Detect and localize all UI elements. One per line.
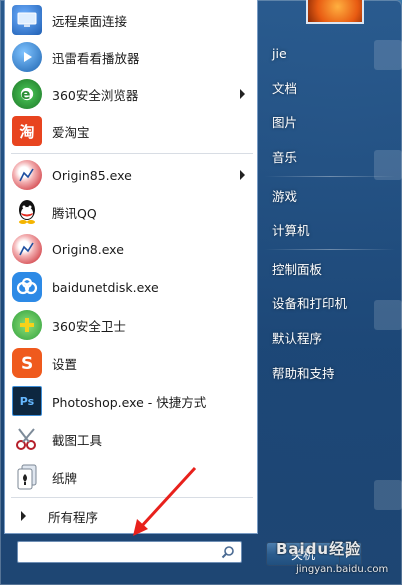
all-programs-label: 所有程序 [48, 509, 99, 525]
photoshop-icon: Ps [12, 386, 42, 416]
all-programs-button[interactable]: 所有程序 [7, 504, 255, 528]
divider [265, 249, 395, 250]
program-item-360-browser[interactable]: e 360安全浏览器 [7, 76, 255, 112]
program-item-baidunetdisk[interactable]: baidunetdisk.exe [7, 269, 255, 305]
program-list-pane: 远程桌面连接 迅雷看看播放器 e 360安全浏览器 淘 爱淘宝 Origin85… [4, 0, 258, 534]
right-item-label: 帮助和支持 [272, 365, 335, 381]
program-item-origin85[interactable]: Origin85.exe [7, 157, 255, 193]
snipping-tool-icon [12, 424, 42, 454]
origin-icon [12, 160, 42, 190]
submenu-arrow-icon[interactable] [240, 89, 245, 99]
program-label: Origin8.exe [52, 241, 124, 257]
start-menu: 远程桌面连接 迅雷看看播放器 e 360安全浏览器 淘 爱淘宝 Origin85… [0, 0, 402, 585]
desktop-shortcut-icon [374, 40, 402, 70]
divider [11, 497, 253, 498]
svg-text:S: S [21, 354, 33, 373]
right-item-label: 设备和打印机 [272, 295, 348, 311]
right-item-games[interactable]: 游戏 [263, 180, 398, 210]
right-item-label: 控制面板 [272, 261, 323, 277]
program-item-settings[interactable]: S 设置 [7, 345, 255, 381]
right-item-computer[interactable]: 计算机 [263, 214, 398, 244]
right-item-documents[interactable]: 文档 [263, 72, 398, 102]
program-item-remote-desktop[interactable]: 远程桌面连接 [7, 2, 255, 38]
program-label: Photoshop.exe - 快捷方式 [52, 394, 207, 410]
program-item-photoshop[interactable]: Ps Photoshop.exe - 快捷方式 [7, 383, 255, 419]
baidu-netdisk-icon [12, 272, 42, 302]
program-label: 爱淘宝 [52, 124, 90, 140]
program-label: Origin85.exe [52, 167, 132, 183]
right-item-label: 游戏 [272, 188, 298, 204]
right-item-label: 默认程序 [272, 330, 323, 346]
right-item-label: 音乐 [272, 149, 298, 165]
right-item-label: jie [272, 45, 287, 61]
origin-icon [12, 234, 42, 264]
program-item-xunlei-player[interactable]: 迅雷看看播放器 [7, 39, 255, 75]
desktop-shortcut-icon [374, 480, 402, 510]
right-item-help-support[interactable]: 帮助和支持 [263, 357, 398, 387]
submenu-arrow-icon[interactable] [240, 170, 245, 180]
watermark-logo: Baidu经验 [276, 540, 362, 558]
program-item-360-safe[interactable]: 360安全卫士 [7, 307, 255, 343]
program-label: 截图工具 [52, 432, 103, 448]
aitaobao-icon: 淘 [12, 116, 42, 146]
program-label: 纸牌 [52, 470, 78, 486]
right-item-label: 文档 [272, 80, 298, 96]
program-item-snipping-tool[interactable]: 截图工具 [7, 421, 255, 457]
desktop-shortcut-icon [374, 300, 402, 330]
program-item-aitaobao[interactable]: 淘 爱淘宝 [7, 113, 255, 149]
program-label: 迅雷看看播放器 [52, 50, 140, 66]
program-item-solitaire[interactable]: 纸牌 [7, 459, 255, 495]
xunlei-player-icon [12, 42, 42, 72]
svg-text:e: e [21, 87, 31, 103]
360-safe-icon [12, 310, 42, 340]
program-label: 远程桌面连接 [52, 13, 128, 29]
search-input[interactable] [20, 543, 223, 561]
program-label: baidunetdisk.exe [52, 279, 159, 295]
search-icon[interactable] [221, 545, 235, 559]
qq-icon [12, 197, 42, 227]
photoshop-icon-glyph: Ps [19, 394, 35, 408]
right-item-control-panel[interactable]: 控制面板 [263, 253, 398, 283]
expand-arrow-icon [21, 511, 26, 521]
aitaobao-icon-glyph: 淘 [19, 122, 35, 141]
desktop-shortcut-icon [374, 150, 402, 180]
user-picture[interactable] [306, 0, 364, 24]
right-item-label: 图片 [272, 114, 298, 130]
sogou-settings-icon: S [12, 348, 42, 378]
program-item-qq[interactable]: 腾讯QQ [7, 194, 255, 230]
divider [11, 153, 253, 154]
remote-desktop-icon [12, 5, 42, 35]
program-item-origin8[interactable]: Origin8.exe [7, 231, 255, 267]
right-item-label: 计算机 [272, 222, 310, 238]
solitaire-icon [12, 462, 42, 492]
program-label: 360安全卫士 [52, 318, 126, 334]
program-label: 腾讯QQ [52, 205, 97, 221]
program-label: 设置 [52, 356, 78, 372]
program-label: 360安全浏览器 [52, 87, 139, 103]
search-box[interactable] [17, 541, 242, 563]
watermark-url: jingyan.baidu.com [296, 564, 389, 575]
right-item-pictures[interactable]: 图片 [263, 106, 398, 136]
360-browser-icon: e [12, 79, 42, 109]
